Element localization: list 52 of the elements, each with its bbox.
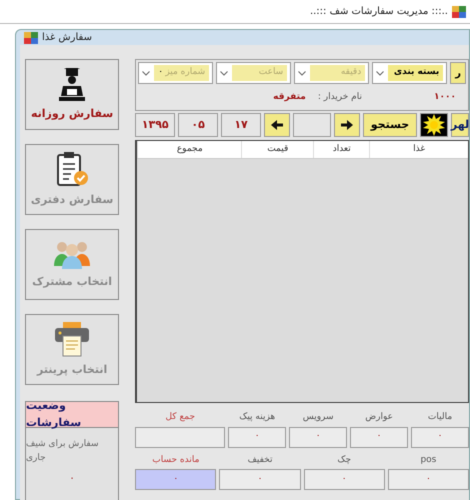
field-label: تخفیف bbox=[248, 454, 272, 466]
field-label: مانده حساب bbox=[152, 454, 200, 466]
caret-icon bbox=[298, 70, 306, 76]
customer-code: ۱۰۰۰ bbox=[434, 91, 456, 104]
column-header: مجموع bbox=[137, 141, 242, 158]
window-title: ..::: مدیریت سفارشات شف :::.. bbox=[310, 5, 448, 19]
status-count: ۰ bbox=[69, 472, 75, 486]
search-button[interactable]: جستجو bbox=[363, 113, 417, 137]
field-label: pos bbox=[420, 454, 436, 466]
arrow-left-icon bbox=[271, 120, 283, 130]
date-field[interactable]: ۱۷ bbox=[221, 113, 261, 137]
next-button[interactable] bbox=[334, 113, 360, 137]
arrow-right-icon bbox=[341, 120, 353, 130]
previous-button[interactable] bbox=[264, 113, 290, 137]
shift-field: لهر bbox=[451, 113, 469, 137]
app-icon bbox=[452, 6, 466, 18]
caret-icon bbox=[142, 70, 150, 76]
caret-icon bbox=[220, 70, 228, 76]
column-header: قیمت bbox=[241, 141, 314, 158]
amount-field[interactable]: ۰ bbox=[304, 469, 385, 490]
dropdown[interactable]: بسته بندی bbox=[372, 62, 448, 84]
date-field[interactable]: ۱۳۹۵ bbox=[135, 113, 176, 137]
app-icon bbox=[24, 32, 38, 44]
amount-field: ۰ bbox=[289, 426, 348, 448]
customer-name: متفرقه bbox=[273, 91, 306, 104]
date-field[interactable] bbox=[293, 113, 331, 137]
caret-icon bbox=[376, 70, 384, 76]
amount-field[interactable]: ۰ bbox=[135, 469, 216, 490]
chef-icon bbox=[58, 66, 86, 102]
clipboard-icon bbox=[55, 150, 90, 188]
column-header: غذا bbox=[369, 141, 468, 158]
field-label: جمع کل bbox=[165, 411, 196, 424]
field-label: هزینه پیک bbox=[239, 411, 276, 424]
amount-field[interactable]: ۰ bbox=[388, 469, 469, 490]
amount-field: ۰ bbox=[411, 426, 469, 448]
date-field[interactable]: ۰۵ bbox=[178, 113, 218, 137]
field-label: عوارض bbox=[365, 411, 393, 424]
sun-icon[interactable] bbox=[423, 114, 445, 136]
amount-field: ۰ bbox=[350, 426, 408, 448]
field-label: چک bbox=[337, 454, 352, 466]
status-header: وضعیت سفارشات bbox=[26, 402, 118, 428]
column-header: تعداد bbox=[313, 141, 370, 158]
amount-field[interactable]: ۰ bbox=[219, 469, 301, 490]
customer-label: نام خریدار : bbox=[318, 91, 362, 104]
side-button[interactable]: سفارش روزانه bbox=[25, 59, 120, 130]
amount-field: ۰ bbox=[228, 426, 286, 448]
field-label: سرویس bbox=[302, 411, 334, 424]
status-caption: سفارش برای شیف جاری bbox=[26, 438, 100, 464]
form-title: سفارش غذا bbox=[42, 31, 92, 45]
text-field[interactable]: ر bbox=[450, 62, 466, 84]
field-label: مالیات bbox=[428, 411, 452, 424]
printer-icon bbox=[53, 320, 92, 358]
